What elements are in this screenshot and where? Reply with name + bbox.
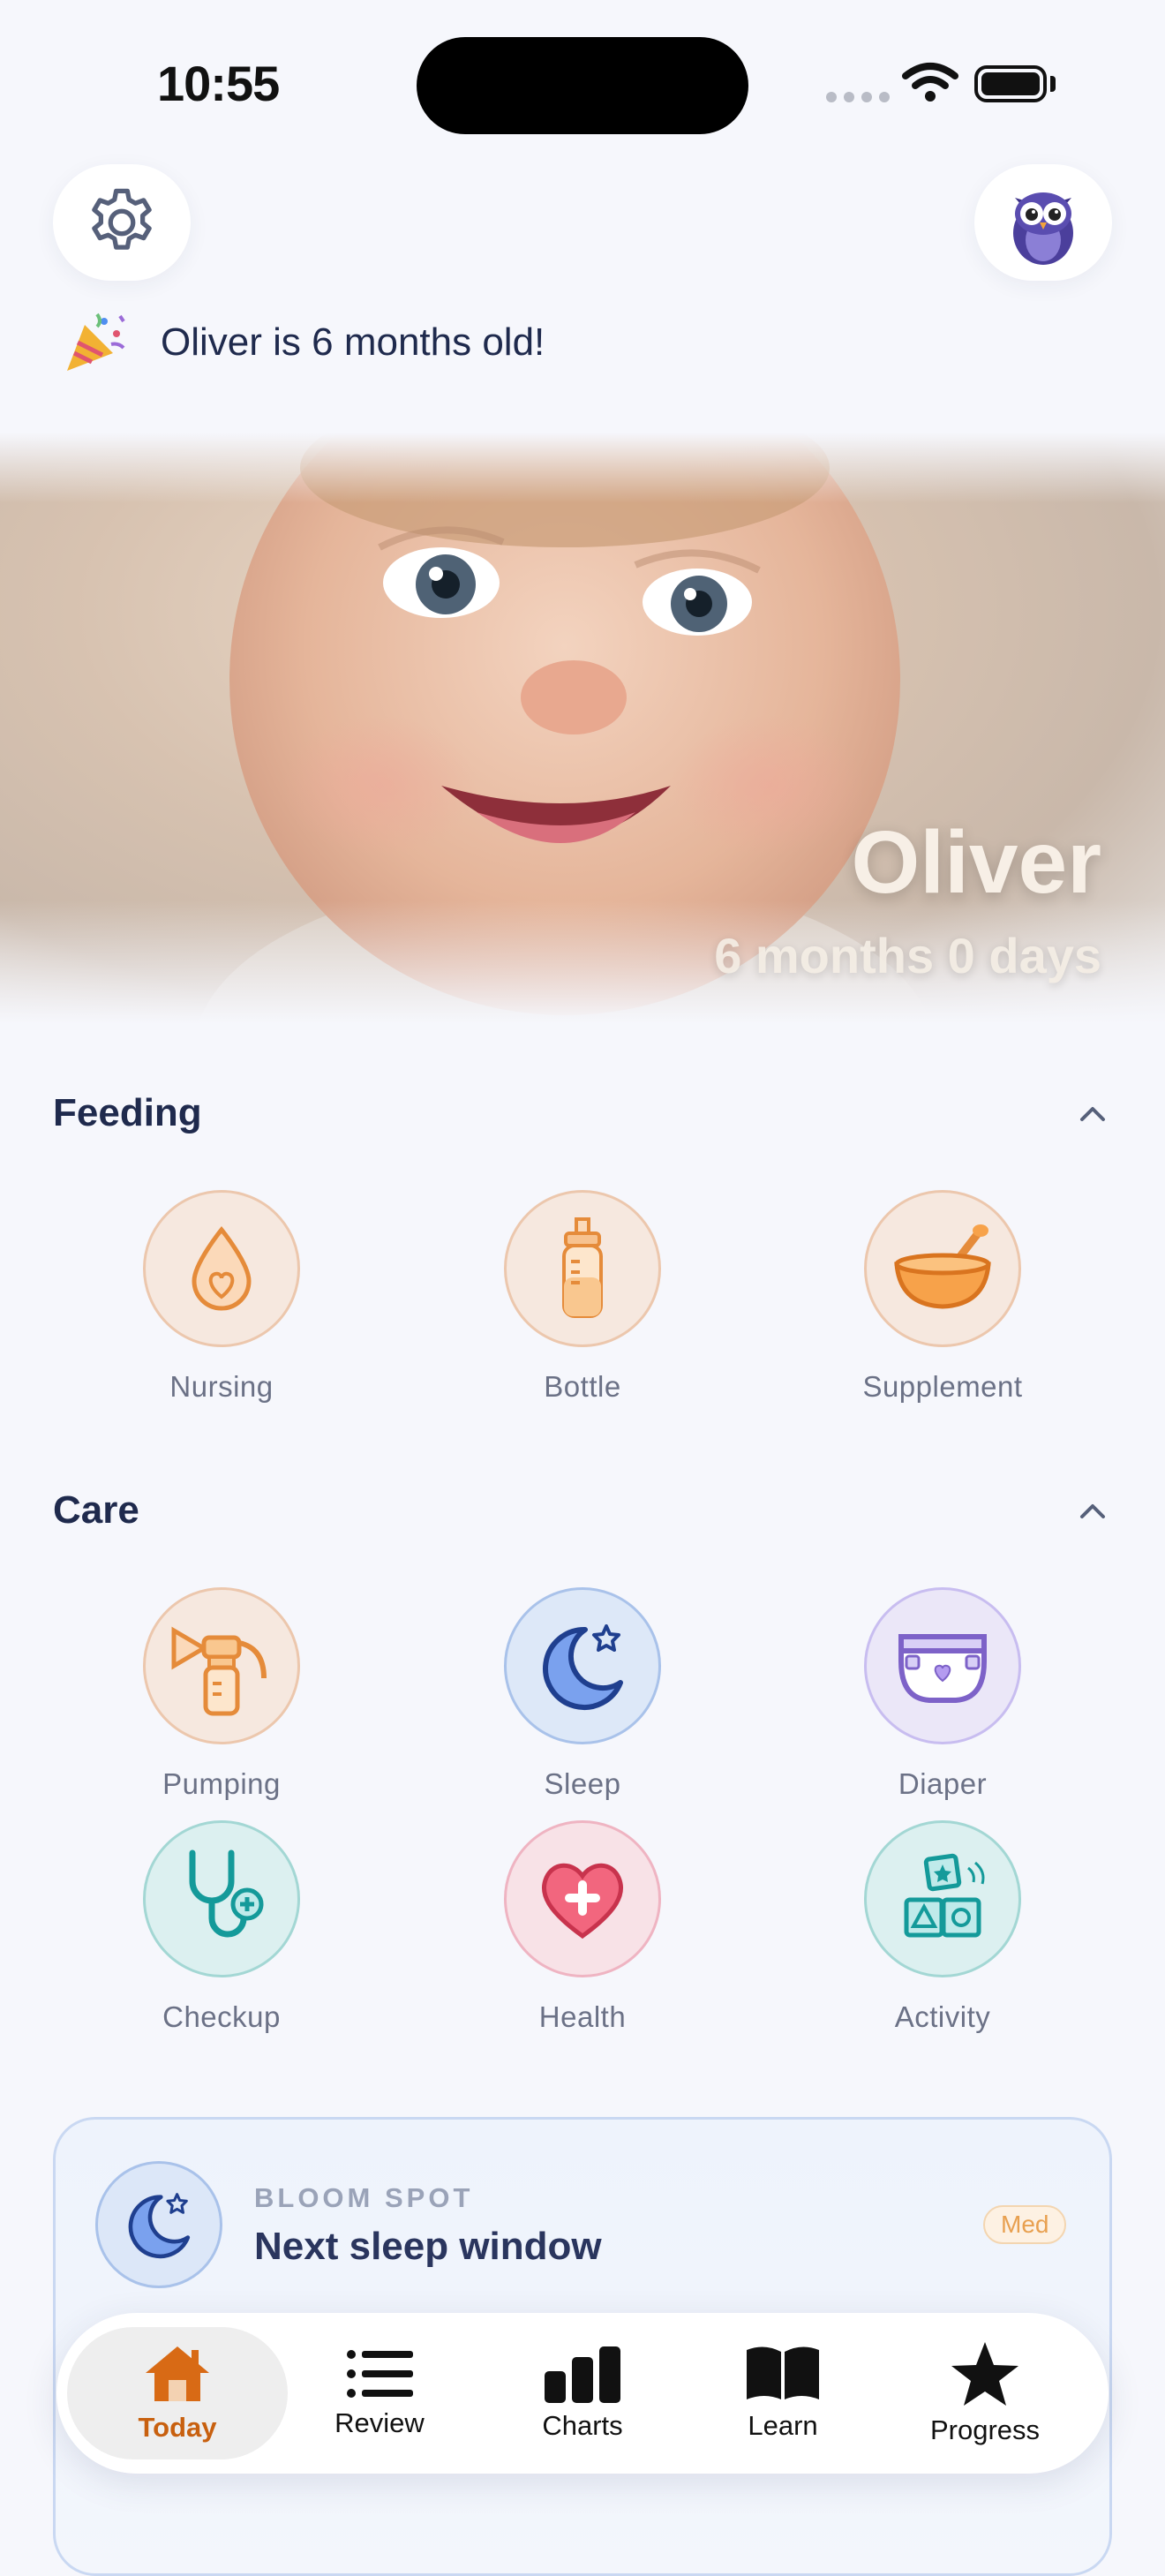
dynamic-island — [417, 37, 748, 134]
drop-heart-icon — [192, 1226, 252, 1311]
milestone-text: Oliver is 6 months old! — [161, 320, 545, 364]
tab-progress[interactable]: Progress — [888, 2327, 1082, 2459]
checkup-icon-circle — [143, 1820, 300, 1977]
tab-today[interactable]: Today — [67, 2327, 288, 2459]
baby-name: Oliver — [851, 813, 1102, 912]
activity-label: Activity — [894, 2000, 991, 2033]
settings-button[interactable] — [53, 164, 191, 281]
diaper-label: Diaper — [898, 1767, 988, 1800]
confidence-badge: Med — [983, 2205, 1067, 2244]
pumping-tile[interactable]: Pumping — [98, 1587, 345, 1801]
diaper-icon — [898, 1634, 987, 1703]
bottle-label: Bottle — [544, 1370, 621, 1403]
hero-fade-top — [0, 433, 1165, 503]
tab-review[interactable]: Review — [282, 2327, 477, 2459]
wifi-icon — [902, 63, 958, 102]
baby-hero-photo: Oliver 6 months 0 days — [0, 433, 1165, 1024]
book-icon — [747, 2346, 819, 2399]
battery-icon — [974, 65, 1047, 102]
nursing-tile[interactable]: Nursing — [98, 1190, 345, 1404]
home-icon — [146, 2346, 209, 2401]
battery-cap — [1050, 76, 1056, 92]
activity-icon-circle — [864, 1820, 1021, 1977]
bottle-tile[interactable]: Bottle — [459, 1190, 706, 1404]
stethoscope-icon — [189, 1849, 264, 1938]
bloom-spot-title: Next sleep window — [254, 2225, 602, 2268]
tab-charts[interactable]: Charts — [485, 2327, 680, 2459]
status-time: 10:55 — [157, 56, 280, 111]
tab-today-label: Today — [138, 2412, 217, 2443]
tab-review-label: Review — [334, 2407, 425, 2438]
moon-star-icon — [128, 2193, 191, 2259]
nursing-icon-circle — [143, 1190, 300, 1347]
star-icon — [951, 2342, 1018, 2406]
party-popper-icon — [67, 313, 125, 371]
bar-chart-icon — [545, 2346, 620, 2403]
list-icon — [347, 2350, 413, 2398]
milestone-banner: Oliver is 6 months old! — [62, 309, 545, 376]
moon-star-icon — [543, 1624, 623, 1710]
bowl-spoon-icon — [894, 1224, 991, 1309]
supplement-label: Supplement — [862, 1370, 1023, 1403]
collapse-feeding-chevron-icon[interactable] — [1068, 1089, 1117, 1139]
baby-bottle-icon — [562, 1217, 603, 1318]
feeding-section-title: Feeding — [53, 1091, 202, 1134]
tab-charts-label: Charts — [542, 2410, 623, 2441]
activity-tile[interactable]: Activity — [819, 1820, 1066, 2034]
profile-avatar-button[interactable] — [974, 164, 1112, 281]
nursing-label: Nursing — [169, 1370, 274, 1403]
tab-learn[interactable]: Learn — [686, 2327, 880, 2459]
bloom-spot-icon-circle — [95, 2161, 222, 2288]
diaper-icon-circle — [864, 1587, 1021, 1744]
health-icon-circle — [504, 1820, 661, 1977]
gear-icon — [92, 188, 152, 250]
pumping-label: Pumping — [162, 1767, 281, 1800]
checkup-label: Checkup — [162, 2000, 281, 2033]
bottle-icon-circle — [504, 1190, 661, 1347]
sleep-icon-circle — [504, 1587, 661, 1744]
diaper-tile[interactable]: Diaper — [819, 1587, 1066, 1801]
collapse-care-chevron-icon[interactable] — [1068, 1487, 1117, 1536]
cellular-signal-icon — [826, 92, 890, 102]
health-label: Health — [538, 2000, 627, 2033]
pumping-icon-circle — [143, 1587, 300, 1744]
supplement-icon-circle — [864, 1190, 1021, 1347]
tab-progress-label: Progress — [929, 2414, 1041, 2445]
owl-avatar-icon — [1013, 192, 1073, 265]
baby-age: 6 months 0 days — [714, 928, 1101, 983]
supplement-tile[interactable]: Supplement — [819, 1190, 1066, 1404]
checkup-tile[interactable]: Checkup — [98, 1820, 345, 2034]
breast-pump-icon — [171, 1626, 267, 1716]
toy-blocks-icon — [904, 1853, 985, 1938]
tab-learn-label: Learn — [748, 2410, 818, 2441]
health-tile[interactable]: Health — [459, 1820, 706, 2034]
sleep-tile[interactable]: Sleep — [459, 1587, 706, 1801]
sleep-label: Sleep — [544, 1767, 621, 1800]
care-section-title: Care — [53, 1488, 139, 1532]
heart-plus-icon — [541, 1863, 624, 1940]
bloom-spot-kicker: BLOOM SPOT — [254, 2182, 474, 2213]
